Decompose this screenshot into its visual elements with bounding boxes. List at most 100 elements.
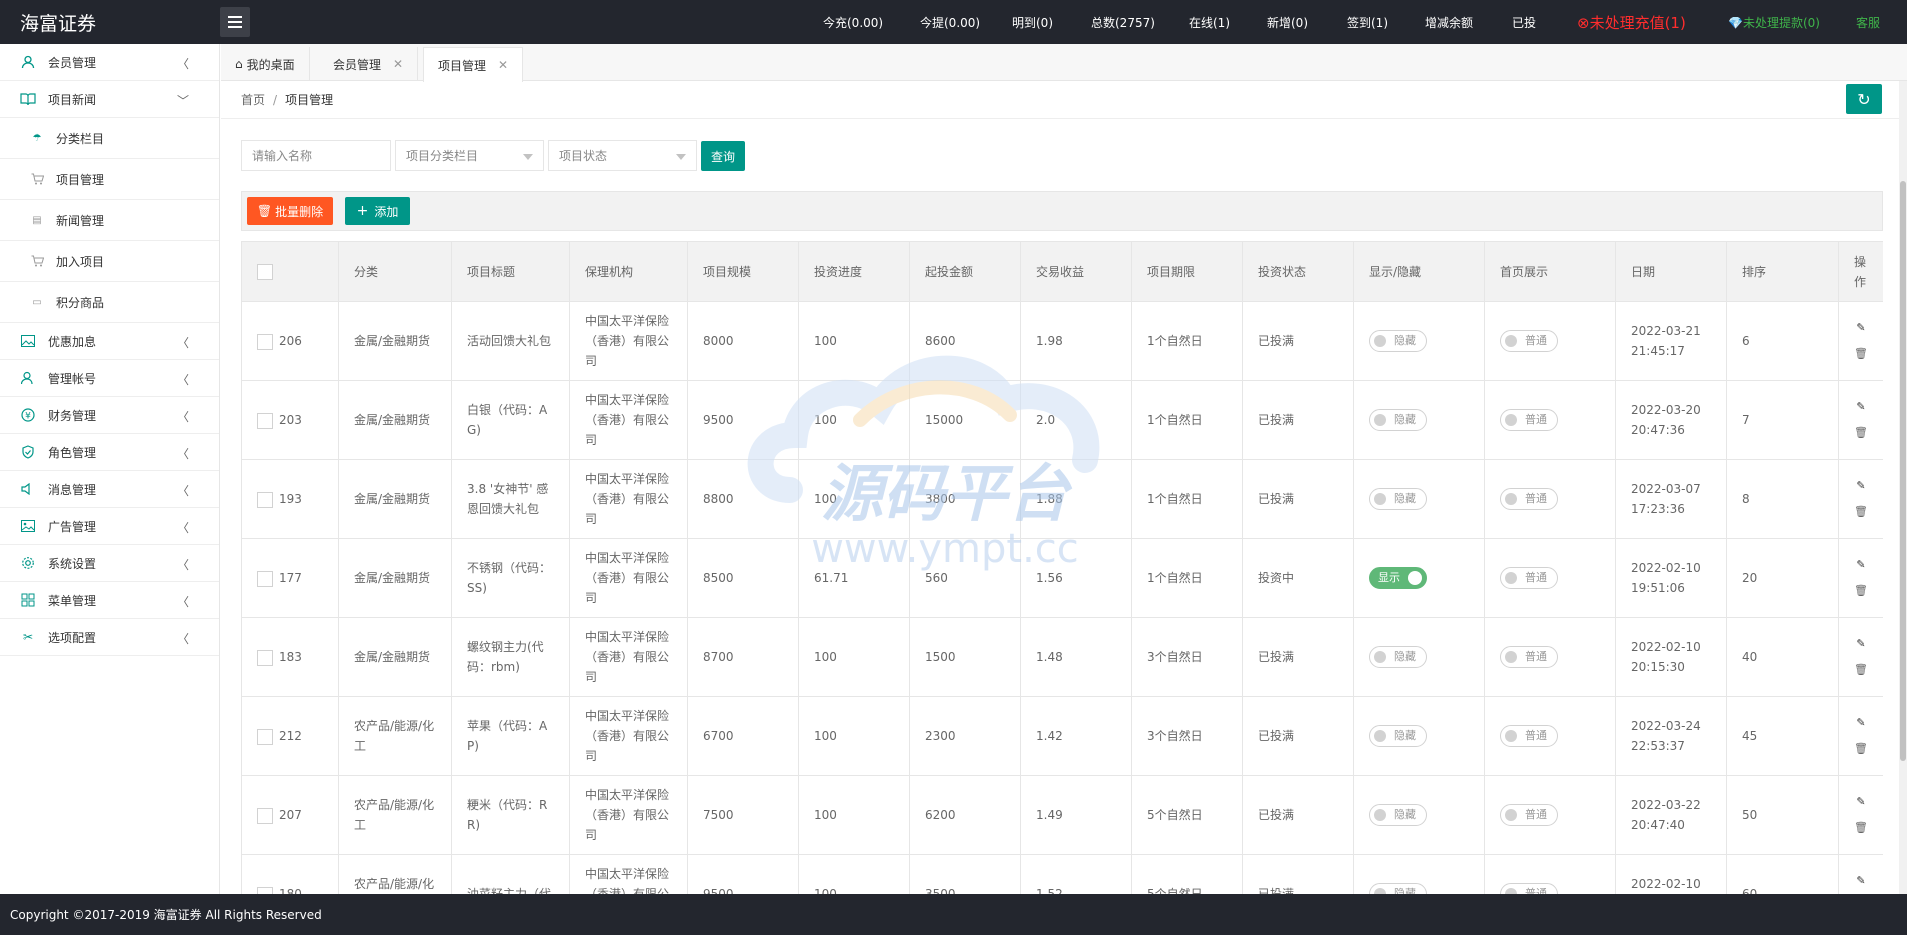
sidebar-item-settings[interactable]: 系统设置 〈 bbox=[0, 545, 219, 582]
sidebar-item-messages[interactable]: 消息管理 〈 bbox=[0, 471, 219, 508]
sidebar-item-roles[interactable]: 角色管理 〈 bbox=[0, 434, 219, 471]
home-display-toggle[interactable]: 普通 bbox=[1500, 725, 1558, 747]
query-button[interactable]: 查询 bbox=[701, 141, 745, 171]
home-display-toggle[interactable]: 普通 bbox=[1500, 804, 1558, 826]
sidebar-item-menus[interactable]: 菜单管理 〈 bbox=[0, 582, 219, 619]
trash-icon[interactable]: 🗑 bbox=[1854, 344, 1868, 364]
tab-desktop[interactable]: ⌂ 我的桌面 bbox=[221, 47, 310, 81]
show-hide-toggle[interactable]: 隐藏 bbox=[1369, 646, 1427, 668]
tab-label: 项目管理 bbox=[438, 58, 487, 73]
sidebar-subitem-news-manage[interactable]: ▤ 新闻管理 bbox=[0, 200, 219, 241]
add-label: 添加 bbox=[374, 204, 399, 219]
min-amount-cell: 560 bbox=[909, 538, 1021, 618]
trash-icon[interactable]: 🗑 bbox=[1854, 739, 1868, 759]
sidebar-item-project-news[interactable]: 项目新闻 ﹀ bbox=[0, 81, 219, 118]
operations-cell: ✎🗑 bbox=[1838, 696, 1883, 776]
row-checkbox[interactable] bbox=[257, 412, 273, 429]
row-checkbox[interactable] bbox=[257, 886, 273, 894]
header-stat-8[interactable]: 已投 bbox=[1512, 14, 1536, 31]
sidebar-subitem-points-goods[interactable]: ▭ 积分商品 bbox=[0, 282, 219, 323]
row-checkbox[interactable] bbox=[257, 807, 273, 824]
header-stat-1[interactable]: 今提(0.00) bbox=[920, 14, 980, 31]
header-stat-4[interactable]: 在线(1) bbox=[1189, 14, 1230, 31]
table-row: 180 农产品/能源/化工油菜籽主力（代中国太平洋保险（香港）有限公司950010… bbox=[241, 854, 1883, 894]
edit-icon[interactable]: ✎ bbox=[1856, 318, 1865, 338]
file-icon: ▤ bbox=[32, 214, 42, 226]
sidebar-subitem-project-manage[interactable]: 项目管理 bbox=[0, 159, 219, 200]
trash-icon[interactable]: 🗑 bbox=[1854, 660, 1868, 680]
edit-icon[interactable]: ✎ bbox=[1856, 397, 1865, 417]
sidebar-item-promotions[interactable]: 优惠加息 〈 bbox=[0, 323, 219, 360]
show-hide-toggle[interactable]: 隐藏 bbox=[1369, 883, 1427, 894]
menu-toggle-button[interactable] bbox=[220, 7, 250, 37]
close-icon[interactable]: ✕ bbox=[498, 58, 508, 72]
header-stat-5[interactable]: 新增(0) bbox=[1267, 14, 1308, 31]
refresh-button[interactable]: ↻ bbox=[1846, 84, 1882, 114]
sidebar-subitem-join-project[interactable]: 加入项目 bbox=[0, 241, 219, 282]
show-hide-toggle[interactable]: 隐藏 bbox=[1369, 804, 1427, 826]
close-icon[interactable]: ✕ bbox=[393, 57, 403, 71]
edit-icon[interactable]: ✎ bbox=[1856, 871, 1865, 891]
show-hide-toggle[interactable]: 隐藏 bbox=[1369, 488, 1427, 510]
header-stat-2[interactable]: 明到(0) bbox=[1012, 14, 1053, 31]
status-select[interactable]: 项目状态 bbox=[548, 140, 697, 171]
date-cell: 2022-03-22 20:47:40 bbox=[1615, 775, 1727, 855]
trash-icon[interactable]: 🗑 bbox=[1854, 818, 1868, 838]
sidebar-item-options[interactable]: ✂ 选项配置 〈 bbox=[0, 619, 219, 656]
tab-members[interactable]: 会员管理 ✕ bbox=[319, 47, 419, 81]
category-select[interactable]: 项目分类栏目 bbox=[395, 140, 544, 171]
home-display-toggle[interactable]: 普通 bbox=[1500, 883, 1558, 894]
edit-icon[interactable]: ✎ bbox=[1856, 792, 1865, 812]
edit-icon[interactable]: ✎ bbox=[1856, 634, 1865, 654]
header-stat-10[interactable]: 💎未处理提款(0) bbox=[1728, 14, 1820, 31]
add-button[interactable]: + 添加 bbox=[345, 197, 410, 225]
sidebar-item-accounts[interactable]: 管理帐号 〈 bbox=[0, 360, 219, 397]
toggle-knob bbox=[1505, 809, 1517, 821]
sidebar-subitem-category[interactable]: ☂ 分类栏目 bbox=[0, 118, 219, 159]
show-hide-toggle[interactable]: 隐藏 bbox=[1369, 409, 1427, 431]
batch-delete-button[interactable]: 🗑 批量删除 bbox=[247, 197, 333, 225]
row-checkbox[interactable] bbox=[257, 333, 273, 350]
home-display-toggle[interactable]: 普通 bbox=[1500, 646, 1558, 668]
operations: ✎🗑 bbox=[1839, 555, 1883, 601]
breadcrumb-home[interactable]: 首页 bbox=[241, 91, 265, 108]
category-cell: 农产品/能源/化工 bbox=[338, 696, 452, 776]
name-search-input[interactable]: 请输入名称 bbox=[241, 140, 391, 171]
show-hide-toggle[interactable]: 隐藏 bbox=[1369, 725, 1427, 747]
sidebar-item-ads[interactable]: 广告管理 〈 bbox=[0, 508, 219, 545]
home-display-toggle[interactable]: 普通 bbox=[1500, 409, 1558, 431]
tab-project-manage[interactable]: 项目管理 ✕ bbox=[423, 47, 524, 82]
column-header: 投资状态 bbox=[1242, 241, 1354, 302]
edit-icon[interactable]: ✎ bbox=[1856, 713, 1865, 733]
row-checkbox[interactable] bbox=[257, 728, 273, 745]
sidebar-item-finance[interactable]: ¥ 财务管理 〈 bbox=[0, 397, 219, 434]
header-stat-0[interactable]: 今充(0.00) bbox=[823, 14, 883, 31]
row-checkbox[interactable] bbox=[257, 570, 273, 587]
row-select-cell: 183 bbox=[241, 617, 339, 697]
toggle-knob bbox=[1505, 335, 1517, 347]
header-stat-3[interactable]: 总数(2757) bbox=[1091, 14, 1155, 31]
home-display-toggle[interactable]: 普通 bbox=[1500, 330, 1558, 352]
sidebar-item-members[interactable]: 会员管理 〈 bbox=[0, 44, 219, 81]
trash-icon[interactable]: 🗑 bbox=[1854, 502, 1868, 522]
row-checkbox[interactable] bbox=[257, 491, 273, 508]
header-stat-6[interactable]: 签到(1) bbox=[1347, 14, 1388, 31]
edit-icon[interactable]: ✎ bbox=[1856, 555, 1865, 575]
show-hide-toggle[interactable]: 显示 bbox=[1369, 567, 1427, 589]
header-stat-11[interactable]: 客服 bbox=[1856, 14, 1880, 31]
scrollbar-thumb[interactable] bbox=[1900, 181, 1906, 761]
edit-icon[interactable]: ✎ bbox=[1856, 476, 1865, 496]
main-scrollbar[interactable] bbox=[1899, 81, 1907, 894]
show-hide-toggle[interactable]: 隐藏 bbox=[1369, 330, 1427, 352]
header-stat-9[interactable]: ⊗未处理充值(1) bbox=[1577, 12, 1686, 33]
trash-icon[interactable]: 🗑 bbox=[1854, 581, 1868, 601]
row-checkbox[interactable] bbox=[257, 649, 273, 666]
column-header: 起投金额 bbox=[909, 241, 1021, 302]
umbrella-icon: ☂ bbox=[32, 132, 42, 144]
header-stat-7[interactable]: 增减余额 bbox=[1425, 14, 1473, 31]
home-display-toggle[interactable]: 普通 bbox=[1500, 488, 1558, 510]
trash-icon[interactable]: 🗑 bbox=[1854, 423, 1868, 443]
toggle-label: 显示 bbox=[1378, 571, 1400, 584]
home-display-toggle[interactable]: 普通 bbox=[1500, 567, 1558, 589]
select-all-checkbox[interactable] bbox=[257, 264, 273, 280]
